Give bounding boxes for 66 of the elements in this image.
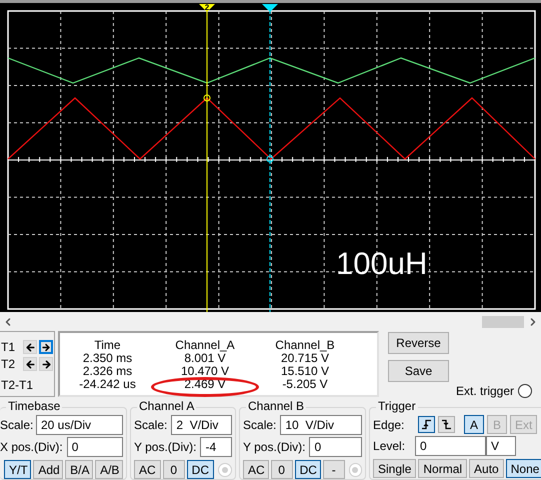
move-left-button[interactable] (23, 357, 37, 371)
move-left-button[interactable] (23, 340, 37, 354)
edge-button[interactable] (438, 416, 456, 433)
cursor-label: T2 (1, 356, 16, 373)
coupling-button[interactable]: DC (294, 460, 321, 479)
table-cell: 15.510 V (280, 365, 330, 378)
field-label: X pos.(Div): (0, 439, 63, 456)
coupling-button[interactable]: AC (134, 460, 161, 479)
falling-edge-icon (441, 419, 452, 430)
move-right-button[interactable] (39, 340, 53, 354)
input-field[interactable]: 0 (309, 437, 362, 457)
coupling-button[interactable]: 0 (270, 460, 293, 479)
mode-button[interactable]: A/B (95, 460, 123, 479)
scrollbar-thumb[interactable] (482, 316, 524, 328)
field-label: Level: (373, 438, 406, 455)
group-title: Channel A (137, 400, 196, 412)
rising-edge-icon (421, 419, 432, 430)
field-label: Scale: (243, 417, 276, 434)
table-cell: -5.205 V (282, 378, 328, 391)
radio-button[interactable] (518, 384, 532, 398)
edge-button[interactable] (418, 416, 436, 433)
group-title: Channel B (246, 400, 306, 412)
mode-button[interactable]: Add (33, 460, 64, 479)
field-label: Y pos.(Div): (134, 439, 196, 456)
table-cell: 8.001 V (184, 352, 226, 365)
mode-button[interactable]: None (506, 459, 541, 478)
input-field[interactable]: 0 (66, 437, 123, 457)
field-label: Edge: (373, 416, 406, 434)
input-field[interactable]: 20 us/Div (36, 415, 123, 435)
column-header: Channel_B (274, 339, 336, 352)
column-header: Channel_A (174, 339, 236, 352)
input-field[interactable]: -4 (200, 437, 232, 457)
input-field[interactable]: 10 V/Div (280, 415, 362, 435)
table-cell: 2.469 V (184, 378, 226, 391)
field-label: Scale: (134, 417, 168, 434)
coupling-button[interactable]: 0 (162, 460, 185, 479)
coupling-button[interactable]: DC (186, 460, 214, 479)
radio-label: Ext. trigger (456, 383, 514, 400)
group-title: Trigger (376, 400, 418, 412)
input-field[interactable]: 0 (415, 436, 486, 456)
table-cell: 2.326 ms (82, 365, 132, 378)
cursor-handle[interactable]: 2 (199, 3, 215, 312)
mode-button[interactable]: Auto (469, 459, 504, 478)
action-button[interactable]: Save (388, 360, 449, 382)
table-cell: 2.350 ms (82, 352, 132, 365)
source-button[interactable]: A (464, 415, 484, 434)
table-cell: 20.715 V (280, 352, 330, 365)
unit-field[interactable]: V (486, 436, 516, 456)
screen-label: 100uH (336, 248, 428, 279)
mode-button[interactable]: Single (373, 459, 416, 478)
cursor-label: T2-T1 (1, 377, 34, 394)
table-cell: 10.470 V (180, 365, 230, 378)
group-title: Timebase (6, 400, 62, 412)
mode-button[interactable]: Normal (418, 459, 468, 478)
cursor-handle[interactable] (262, 4, 278, 312)
input-field[interactable]: 2 V/Div (171, 415, 232, 435)
field-label: Scale: (0, 417, 32, 434)
coupling-button[interactable]: AC (243, 460, 269, 479)
table-cell: -24.242 us (79, 378, 136, 391)
mode-button[interactable]: Y/T (4, 460, 32, 479)
coupling-button[interactable]: - (322, 460, 345, 479)
action-button[interactable]: Reverse (388, 332, 449, 354)
cursor-label: T1 (1, 339, 16, 356)
field-label: Y pos.(Div): (243, 439, 306, 456)
column-header: Time (93, 339, 122, 352)
mode-button[interactable]: B/A (65, 460, 94, 479)
